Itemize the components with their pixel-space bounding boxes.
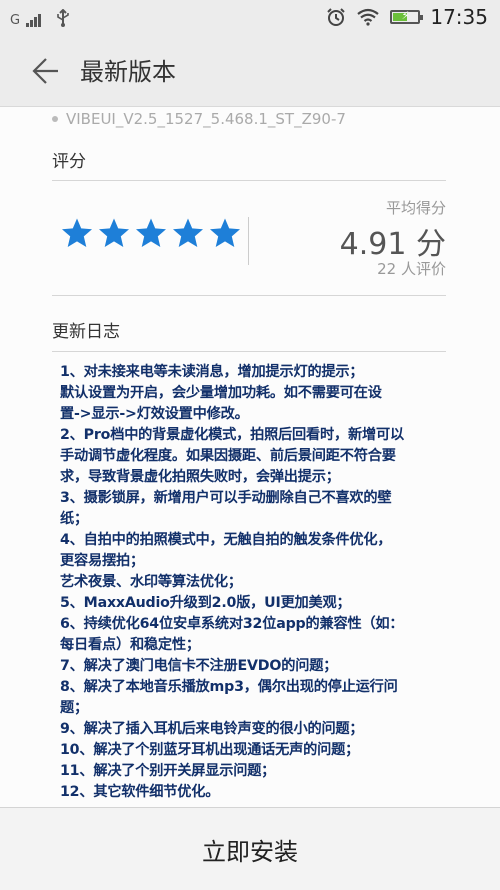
changelog-divider [52,351,446,352]
average-score: 4.91 分 [339,227,446,262]
changelog-line: 更容易摆拍； [60,553,144,569]
bullet-dot [52,116,58,122]
changelog-line: 求，导致背景虚化拍照失败时，会弹出提示； [60,469,340,485]
changelog-line: 手动调节虚化程度。如果因摄距、前后景间距不符合要 [60,448,396,464]
changelog-line: 11、解决了个别开关屏显示问题； [60,763,276,779]
changelog-line: 5、MaxxAudio升级到2.0版，UI更加美观； [60,595,351,611]
app-header: 最新版本 [0,36,500,107]
star-icon [171,217,205,249]
changelog-line: 10、解决了个别蓝牙耳机出现通话无声的问题； [60,742,360,758]
changelog-text: 1、对未接来电等未读消息，增加提示灯的提示； 默认设置为开启，会少量增加功耗。如不… [60,362,452,803]
alarm-icon [327,8,346,26]
status-bar: G ⚡ 17:35 [0,0,500,36]
changelog-line: 9、解决了插入耳机后来电铃声变的很小的问题； [60,721,364,737]
version-line: VIBEUI_V2.5_1527_5.468.1_ST_Z90-7 [52,110,346,128]
changelog-line: 8、解决了本地音乐播放mp3，偶尔出现的停止运行问 [60,679,398,695]
changelog-line: 1、对未接来电等未读消息，增加提示灯的提示； [60,364,364,380]
changelog-line: 3、摄影锁屏，新增用户可以手动删除自己不喜欢的壁 [60,490,392,506]
star-icon [134,217,168,249]
page-title: 最新版本 [80,58,176,86]
changelog-line: 2、Pro档中的背景虚化模式，拍照后回看时，新增可以 [60,427,404,443]
star-icon [60,217,94,249]
status-right: ⚡ 17:35 [326,5,488,29]
changelog-line: 纸； [60,511,88,527]
star-rating [60,217,242,249]
version-text: VIBEUI_V2.5_1527_5.468.1_ST_Z90-7 [66,110,346,128]
rating-section-title: 评分 [52,152,86,172]
changelog-line: 7、解决了澳门电信卡不注册EVDO的问题； [60,658,338,674]
average-score-label: 平均得分 [385,199,446,217]
changelog-line: 置->显示->灯效设置中修改。 [60,406,249,422]
changelog-line: 艺术夜景、水印等算法优化； [60,574,242,590]
review-count: 22 人评价 [377,260,446,278]
changelog-line: 每日看点）和稳定性； [60,637,200,653]
usb-icon [57,9,69,27]
star-icon [97,217,131,249]
rating-separator [248,217,249,265]
changelog-line: 题； [60,700,88,716]
install-button[interactable]: 立即安装 [172,822,328,877]
changelog-line: 12、其它软件细节优化。 [60,784,220,800]
rating-divider [52,180,446,181]
changelog-line: 默认设置为开启，会少量增加功耗。如不需要可在设 [60,385,382,401]
star-icon [208,217,242,249]
changelog-section-title: 更新日志 [52,322,120,342]
status-left: G [10,9,71,27]
back-arrow-icon[interactable] [28,54,62,88]
wifi-icon [357,8,380,26]
signal-icon [26,13,42,27]
carrier-label: G [10,13,21,28]
changelog-line: 6、持续优化64位安卓系统对32位app的兼容性（如： [60,616,404,632]
clock: 17:35 [430,5,488,29]
section-divider [52,295,446,296]
bottom-bar: 立即安装 [0,807,500,890]
battery-icon: ⚡ [390,9,424,24]
changelog-line: 4、自拍中的拍照模式中，无触自拍的触发条件优化， [60,532,392,548]
content-area[interactable]: VIBEUI_V2.5_1527_5.468.1_ST_Z90-7 评分 平均得… [0,107,500,807]
